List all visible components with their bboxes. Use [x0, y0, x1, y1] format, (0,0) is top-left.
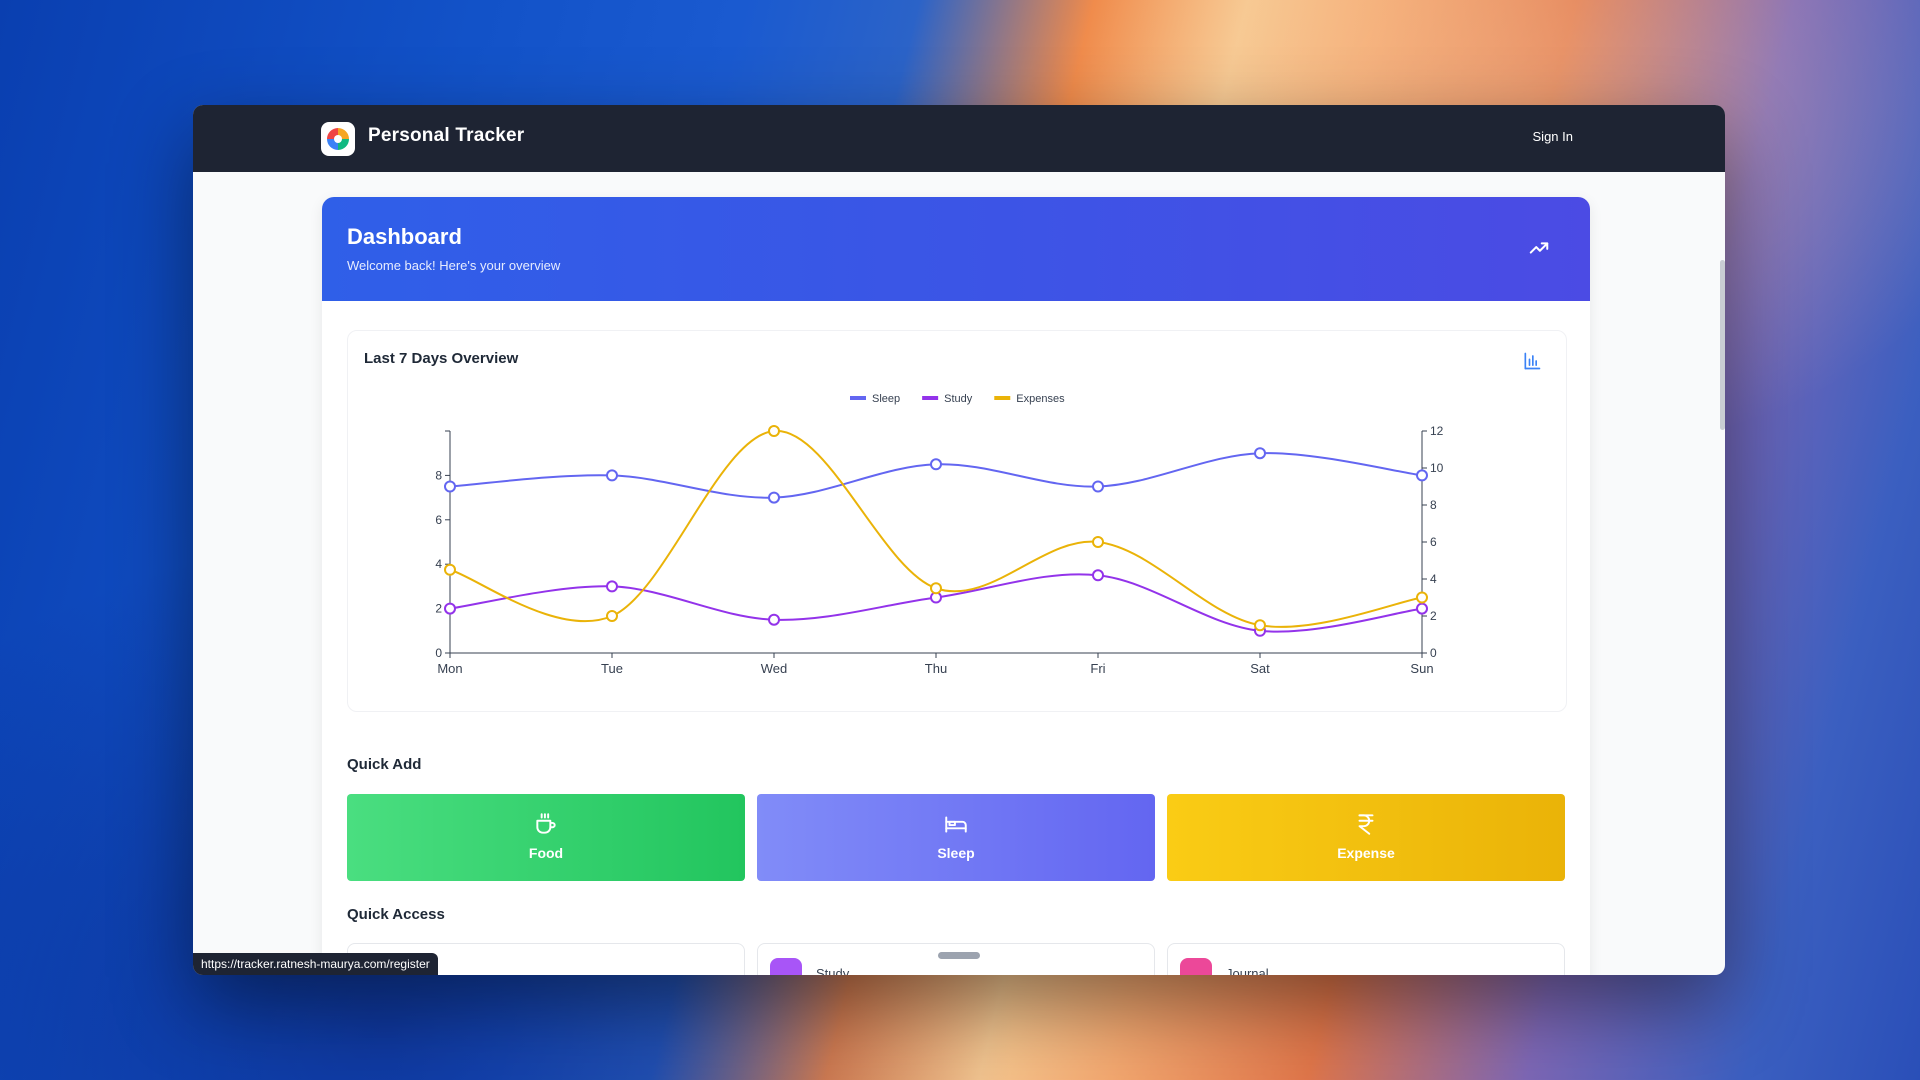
right-tick-label: 6 [1430, 535, 1437, 549]
app-title[interactable]: Personal Tracker [368, 125, 524, 147]
quick-access-study[interactable]: Study [757, 943, 1155, 975]
page-subtitle: Welcome back! Here's your overview [347, 258, 561, 273]
x-tick-label: Fri [1090, 661, 1105, 676]
left-tick-label: 0 [435, 646, 442, 660]
study-icon [770, 958, 802, 975]
data-point-study [768, 613, 780, 626]
legend-label-study: Study [944, 393, 973, 405]
logo-icon [327, 128, 349, 150]
line-chart: 0 2 4 6 8 0 2 4 6 8 10 12 Mon Tue Wed Thu Fri Sat Sun Sleep… [435, 393, 1444, 676]
data-point-sleep [1254, 447, 1266, 460]
right-tick-label: 8 [1430, 498, 1437, 512]
quick-access-heading: Quick Access [347, 906, 445, 923]
data-point-study [1092, 569, 1104, 582]
x-tick-label: Wed [761, 661, 788, 676]
data-point-sleep [606, 469, 618, 482]
data-point-expenses [1092, 536, 1104, 548]
journal-icon [1180, 958, 1212, 975]
status-url-tooltip: https://tracker.ratnesh-maurya.com/regis… [193, 953, 438, 975]
data-point-study [444, 602, 456, 615]
coffee-icon [536, 813, 556, 834]
data-point-sleep [768, 491, 780, 504]
page-title: Dashboard [347, 224, 462, 249]
left-tick-label: 2 [435, 602, 442, 616]
data-point-expenses [930, 582, 942, 595]
data-point-expenses [1254, 619, 1266, 632]
x-tick-label: Mon [437, 661, 462, 676]
right-tick-label: 10 [1430, 461, 1444, 475]
quick-add-heading: Quick Add [347, 756, 422, 773]
legend-label-sleep: Sleep [872, 393, 900, 405]
right-tick-label: 0 [1430, 646, 1437, 660]
data-point-study [606, 580, 618, 593]
x-tick-label: Tue [601, 661, 623, 676]
left-tick-label: 4 [435, 557, 442, 571]
page-scrollbar[interactable] [1720, 260, 1725, 430]
weekly-chart-card: Last 7 Days Overview 0 2 4 6 8 0 2 4 6 8 10 12 Mon Tu… [347, 330, 1567, 712]
x-tick-label: Thu [925, 661, 947, 676]
left-tick-label: 8 [435, 468, 442, 482]
food-label: Food [528, 845, 564, 861]
sleep-label: Sleep [937, 845, 975, 861]
right-tick-label: 2 [1430, 609, 1437, 623]
journal-label: Journal [1226, 966, 1269, 975]
data-point-expenses [444, 563, 456, 576]
quick-access-journal[interactable]: Journal [1167, 943, 1565, 975]
data-point-sleep [1416, 469, 1428, 482]
browser-window: Personal Tracker Sign In Dashboard Welco… [193, 105, 1725, 975]
data-point-expenses [1416, 591, 1428, 604]
rupee-icon [1358, 814, 1374, 835]
top-navbar: Personal Tracker Sign In [193, 105, 1725, 172]
bed-icon [945, 816, 967, 833]
add-food-button[interactable]: Food [347, 794, 745, 881]
trending-up-icon[interactable] [1528, 237, 1550, 259]
add-expense-button[interactable]: Expense [1167, 794, 1565, 881]
data-point-sleep [930, 458, 942, 471]
data-point-expenses [606, 610, 618, 622]
legend-label-expenses: Expenses [1016, 393, 1065, 405]
right-tick-label: 12 [1430, 424, 1444, 438]
data-point-expenses [768, 425, 780, 437]
left-tick-label: 6 [435, 513, 442, 527]
dashboard-header: Dashboard Welcome back! Here's your over… [322, 197, 1590, 301]
app-logo[interactable] [321, 122, 355, 156]
x-tick-label: Sat [1250, 661, 1270, 676]
study-label: Study [816, 966, 850, 975]
add-sleep-button[interactable]: Sleep [757, 794, 1155, 881]
expense-label: Expense [1337, 845, 1395, 861]
scroll-handle[interactable] [938, 952, 980, 959]
sign-in-link[interactable]: Sign In [1533, 129, 1573, 144]
data-point-study [1416, 602, 1428, 615]
data-point-sleep [1092, 480, 1104, 493]
right-tick-label: 4 [1430, 572, 1437, 586]
x-tick-label: Sun [1410, 661, 1433, 676]
data-point-sleep [444, 480, 456, 493]
dashboard-card: Dashboard Welcome back! Here's your over… [322, 197, 1590, 975]
